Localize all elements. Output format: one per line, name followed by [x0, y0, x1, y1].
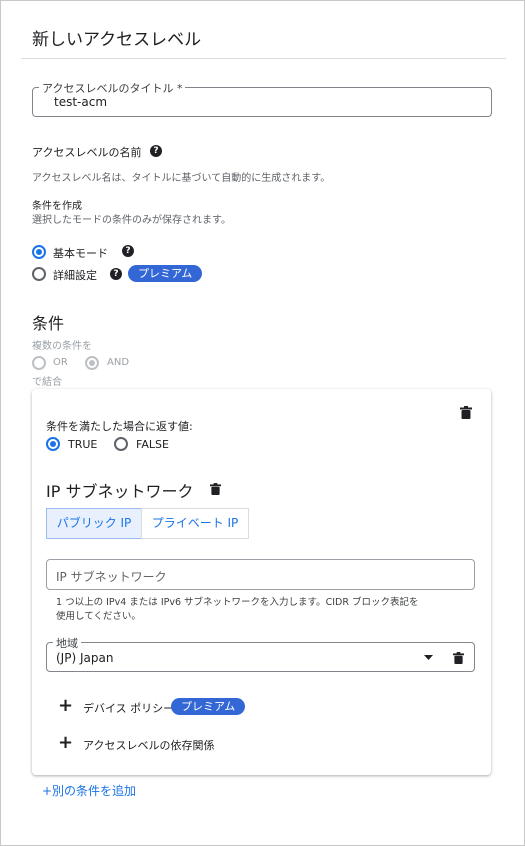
radio-true[interactable] — [46, 437, 60, 451]
false-label[interactable]: FALSE — [136, 438, 169, 451]
delete-icon[interactable] — [210, 483, 221, 495]
tab-public-ip[interactable]: パブリック IP — [46, 508, 142, 539]
combine-suffix: で結合 — [32, 377, 62, 388]
premium-badge: プレミアム — [171, 698, 246, 715]
name-description: アクセスレベル名は、タイトルに基づいて自動的に生成されます。 — [32, 173, 331, 184]
ip-hint-line2: 使用してください。 — [56, 611, 141, 622]
tab-private-ip[interactable]: プライベート IP — [141, 508, 249, 539]
help-icon[interactable]: ? — [150, 145, 162, 157]
dependency-label[interactable]: アクセスレベルの依存関係 — [83, 737, 214, 753]
plus-icon[interactable]: + — [58, 697, 73, 715]
radio-basic-mode[interactable] — [32, 245, 46, 259]
add-condition-link[interactable]: +別の条件を追加 — [42, 782, 136, 799]
condition-card: 条件を満たした場合に返す値: TRUE FALSE IP サブネットワーク パブ… — [32, 389, 491, 775]
ip-subnetwork-input[interactable]: IP サブネットワーク — [46, 559, 475, 590]
plus-icon[interactable]: + — [58, 734, 73, 752]
title-field-label: アクセスレベルのタイトル * — [39, 80, 186, 96]
access-level-panel: 新しいアクセスレベル アクセスレベルのタイトル * test-acm アクセスレ… — [0, 0, 525, 846]
combine-prefix: 複数の条件を — [32, 341, 92, 352]
help-icon[interactable]: ? — [122, 245, 134, 257]
title-field[interactable]: アクセスレベルのタイトル * test-acm — [32, 80, 492, 117]
and-label: AND — [107, 357, 130, 368]
advanced-mode-label[interactable]: 詳細設定 — [53, 267, 97, 283]
delete-icon[interactable] — [460, 406, 472, 419]
radio-or[interactable] — [32, 356, 46, 370]
or-label: OR — [53, 357, 68, 368]
region-value: (JP) Japan — [56, 651, 114, 665]
create-conditions-label: 条件を作成 — [32, 201, 82, 212]
conditions-heading: 条件 — [32, 314, 65, 333]
page-title: 新しいアクセスレベル — [32, 30, 202, 50]
title-field-value[interactable]: test-acm — [54, 95, 107, 109]
help-icon[interactable]: ? — [110, 268, 122, 280]
radio-false[interactable] — [114, 437, 128, 451]
ip-hint-line1: 1 つ以上の IPv4 または IPv6 サブネットワークを入力します。CIDR… — [56, 597, 419, 608]
ip-subnetwork-heading: IP サブネットワーク — [46, 482, 194, 501]
divider — [21, 58, 506, 59]
create-conditions-description: 選択したモードの条件のみが保存されます。 — [32, 215, 231, 226]
region-label: 地域 — [53, 635, 81, 651]
name-label: アクセスレベルの名前 — [32, 146, 142, 159]
region-select[interactable]: 地域 (JP) Japan — [46, 635, 475, 672]
return-value-label: 条件を満たした場合に返す値: — [46, 420, 193, 433]
ip-subnetwork-placeholder: IP サブネットワーク — [56, 570, 167, 584]
radio-advanced-mode[interactable] — [32, 267, 46, 281]
device-policy-label[interactable]: デバイス ポリシー — [83, 700, 174, 716]
dropdown-arrow-icon[interactable] — [424, 655, 433, 660]
delete-icon[interactable] — [453, 652, 464, 664]
basic-mode-label[interactable]: 基本モード — [53, 245, 108, 261]
radio-and[interactable] — [85, 356, 99, 370]
premium-badge: プレミアム — [128, 265, 203, 282]
true-label[interactable]: TRUE — [68, 438, 97, 451]
